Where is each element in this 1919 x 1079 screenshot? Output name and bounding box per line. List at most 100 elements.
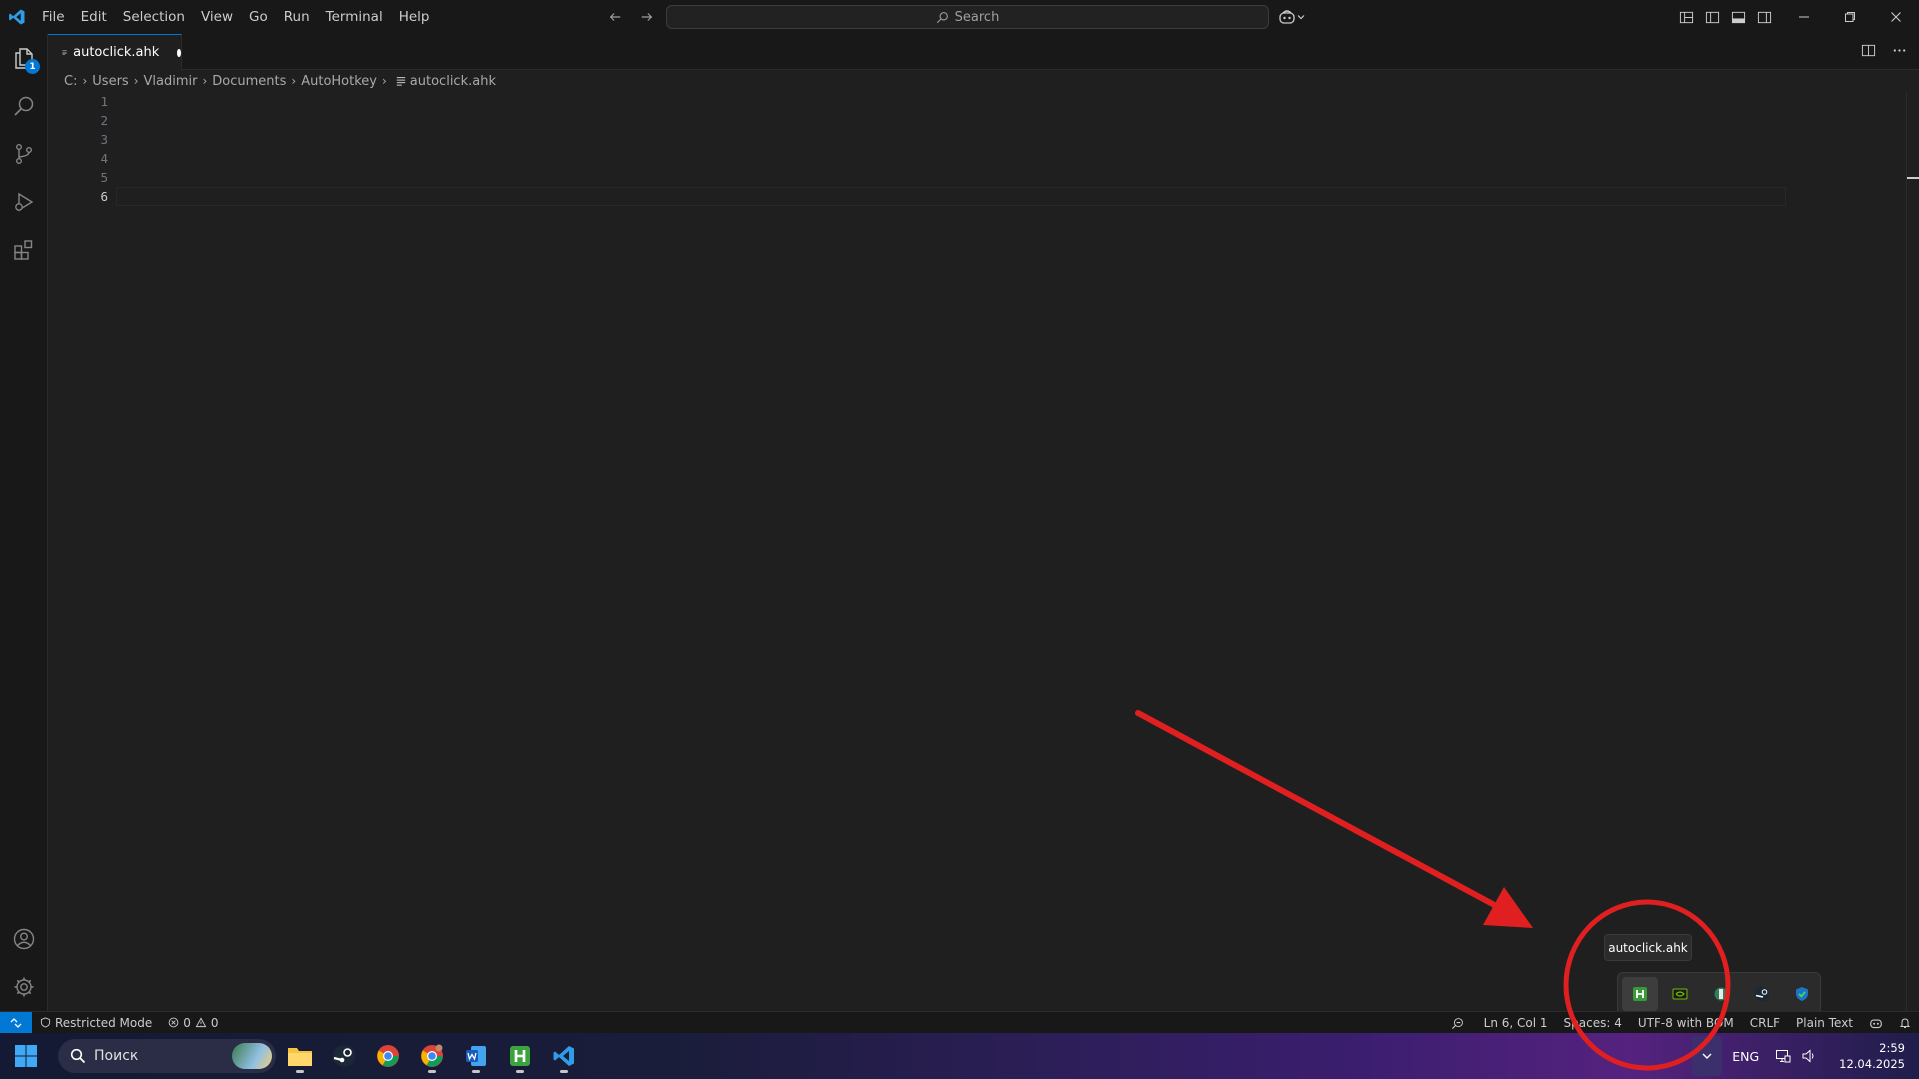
- title-bar: File Edit Selection View Go Run Terminal…: [0, 0, 1919, 34]
- extensions-button[interactable]: [0, 226, 48, 274]
- running-indicator: [296, 1070, 304, 1073]
- accounts-button[interactable]: [0, 915, 48, 963]
- vscode-taskbar-icon[interactable]: [546, 1038, 582, 1074]
- security-tray-icon[interactable]: [1784, 977, 1820, 1011]
- line-number: 5: [100, 170, 108, 185]
- running-indicator: [560, 1070, 568, 1073]
- breadcrumb-vladimir[interactable]: Vladimir: [144, 74, 198, 89]
- autohotkey-taskbar-icon[interactable]: [502, 1038, 538, 1074]
- input-language[interactable]: ENG: [1732, 1049, 1759, 1064]
- chrome-profile-taskbar-icon[interactable]: [414, 1038, 450, 1074]
- network-icon[interactable]: [1773, 1046, 1793, 1066]
- language-mode[interactable]: Plain Text: [1788, 1012, 1861, 1034]
- close-icon[interactable]: [1873, 0, 1919, 34]
- autohotkey-tray-icon[interactable]: [1622, 977, 1658, 1011]
- encoding[interactable]: UTF-8 with BOM: [1630, 1012, 1742, 1034]
- status-right: Ln 6, Col 1 Spaces: 4 UTF-8 with BOM CRL…: [1439, 1012, 1919, 1034]
- breadcrumb-users[interactable]: Users: [92, 74, 128, 89]
- running-indicator: [516, 1070, 524, 1073]
- copilot-status[interactable]: [1861, 1012, 1891, 1034]
- running-indicator: [428, 1070, 436, 1073]
- menu-go[interactable]: Go: [241, 0, 276, 34]
- steam-taskbar-icon[interactable]: [326, 1038, 362, 1074]
- breadcrumb: C: › Users › Vladimir › Documents › Auto…: [64, 70, 496, 92]
- chevron-right-icon: ›: [133, 74, 139, 88]
- minimize-icon[interactable]: [1781, 0, 1827, 34]
- customize-layout-icon[interactable]: [1677, 8, 1695, 26]
- run-debug-button[interactable]: [0, 178, 48, 226]
- chevron-right-icon: ›: [202, 74, 208, 88]
- indentation[interactable]: Spaces: 4: [1556, 1012, 1630, 1034]
- search-icon: [936, 11, 948, 23]
- search-label: Search: [954, 9, 1000, 25]
- scrollbar-cursor-marker[interactable]: [1907, 177, 1919, 179]
- more-actions-icon[interactable]: [1892, 43, 1907, 62]
- menu-terminal[interactable]: Terminal: [318, 0, 391, 34]
- run-debug-icon: [15, 192, 34, 212]
- problems-indicator[interactable]: 0 0: [160, 1012, 226, 1034]
- breadcrumb-documents[interactable]: Documents: [212, 74, 286, 89]
- copilot-icon: [1279, 10, 1295, 24]
- unsaved-dot-icon[interactable]: [177, 48, 181, 57]
- taskbar-search[interactable]: Поиск: [58, 1039, 276, 1073]
- restricted-mode-label: Restricted Mode: [55, 1015, 153, 1030]
- shield-icon: [40, 1017, 51, 1028]
- breadcrumb-drive[interactable]: C:: [64, 74, 77, 89]
- menu-file[interactable]: File: [34, 0, 73, 34]
- clock[interactable]: 2:59 12.04.2025: [1825, 1040, 1919, 1072]
- steam-tray-icon[interactable]: [1744, 977, 1780, 1011]
- restricted-mode-indicator[interactable]: Restricted Mode: [32, 1012, 160, 1034]
- line-number-active: 6: [100, 189, 108, 204]
- toggle-primary-sidebar-icon[interactable]: [1703, 8, 1721, 26]
- editor-tabs: autoclick.ahk: [48, 34, 1919, 70]
- show-hidden-icons-button[interactable]: [1692, 1036, 1723, 1076]
- breadcrumb-file[interactable]: autoclick.ahk: [410, 74, 496, 89]
- file-explorer-taskbar-icon[interactable]: [282, 1038, 318, 1074]
- command-center-search[interactable]: Search: [666, 5, 1269, 29]
- taskbar-search-placeholder: Поиск: [94, 1048, 139, 1064]
- clock-time: 2:59: [1879, 1041, 1905, 1055]
- menu-help[interactable]: Help: [391, 0, 438, 34]
- manage-button[interactable]: [0, 963, 48, 1011]
- chrome-taskbar-icon[interactable]: [370, 1038, 406, 1074]
- notifications[interactable]: [1891, 1012, 1919, 1034]
- navigation-arrows: [604, 0, 658, 34]
- editor-area[interactable]: 1 2 3 4 5 6: [48, 92, 1919, 1011]
- search-view-button[interactable]: [0, 82, 48, 130]
- breadcrumb-autohotkey[interactable]: AutoHotkey: [301, 74, 377, 89]
- tab-autoclick[interactable]: autoclick.ahk: [48, 34, 182, 70]
- plain-file-icon: [396, 77, 405, 86]
- menu-run[interactable]: Run: [276, 0, 318, 34]
- restore-icon[interactable]: [1827, 0, 1873, 34]
- status-bar: Restricted Mode 0 0 Ln 6, Col 1 Spaces: …: [0, 1011, 1919, 1034]
- back-arrow-icon[interactable]: [604, 6, 626, 28]
- search-icon: [70, 1048, 86, 1064]
- window-controls: [1781, 0, 1919, 34]
- remote-indicator[interactable]: [0, 1011, 32, 1034]
- split-editor-icon[interactable]: [1861, 43, 1876, 62]
- minimap-edge: [1906, 92, 1907, 1011]
- tab-actions: [1861, 34, 1907, 70]
- windows-start-icon[interactable]: [14, 1044, 38, 1068]
- volume-icon[interactable]: [1799, 1046, 1819, 1066]
- nvidia-tray-icon[interactable]: [1663, 977, 1699, 1011]
- forward-arrow-icon[interactable]: [636, 6, 658, 28]
- menu-selection[interactable]: Selection: [115, 0, 193, 34]
- menu-edit[interactable]: Edit: [73, 0, 115, 34]
- error-icon: [168, 1017, 179, 1028]
- copilot-button[interactable]: [1278, 6, 1312, 28]
- explorer-badge: 1: [25, 59, 40, 74]
- toggle-secondary-sidebar-icon[interactable]: [1755, 8, 1773, 26]
- app-tray-icon[interactable]: [1703, 977, 1739, 1011]
- current-line-highlight: [116, 187, 1786, 206]
- cursor-position[interactable]: Ln 6, Col 1: [1476, 1012, 1556, 1034]
- menu-view[interactable]: View: [193, 0, 241, 34]
- zoom-indicator[interactable]: [1439, 1012, 1476, 1034]
- explorer-button[interactable]: 1: [0, 34, 48, 82]
- toggle-panel-icon[interactable]: [1729, 8, 1747, 26]
- chevron-right-icon: ›: [381, 74, 387, 88]
- account-icon: [13, 928, 35, 950]
- end-of-line[interactable]: CRLF: [1742, 1012, 1788, 1034]
- word-taskbar-icon[interactable]: [458, 1038, 494, 1074]
- source-control-button[interactable]: [0, 130, 48, 178]
